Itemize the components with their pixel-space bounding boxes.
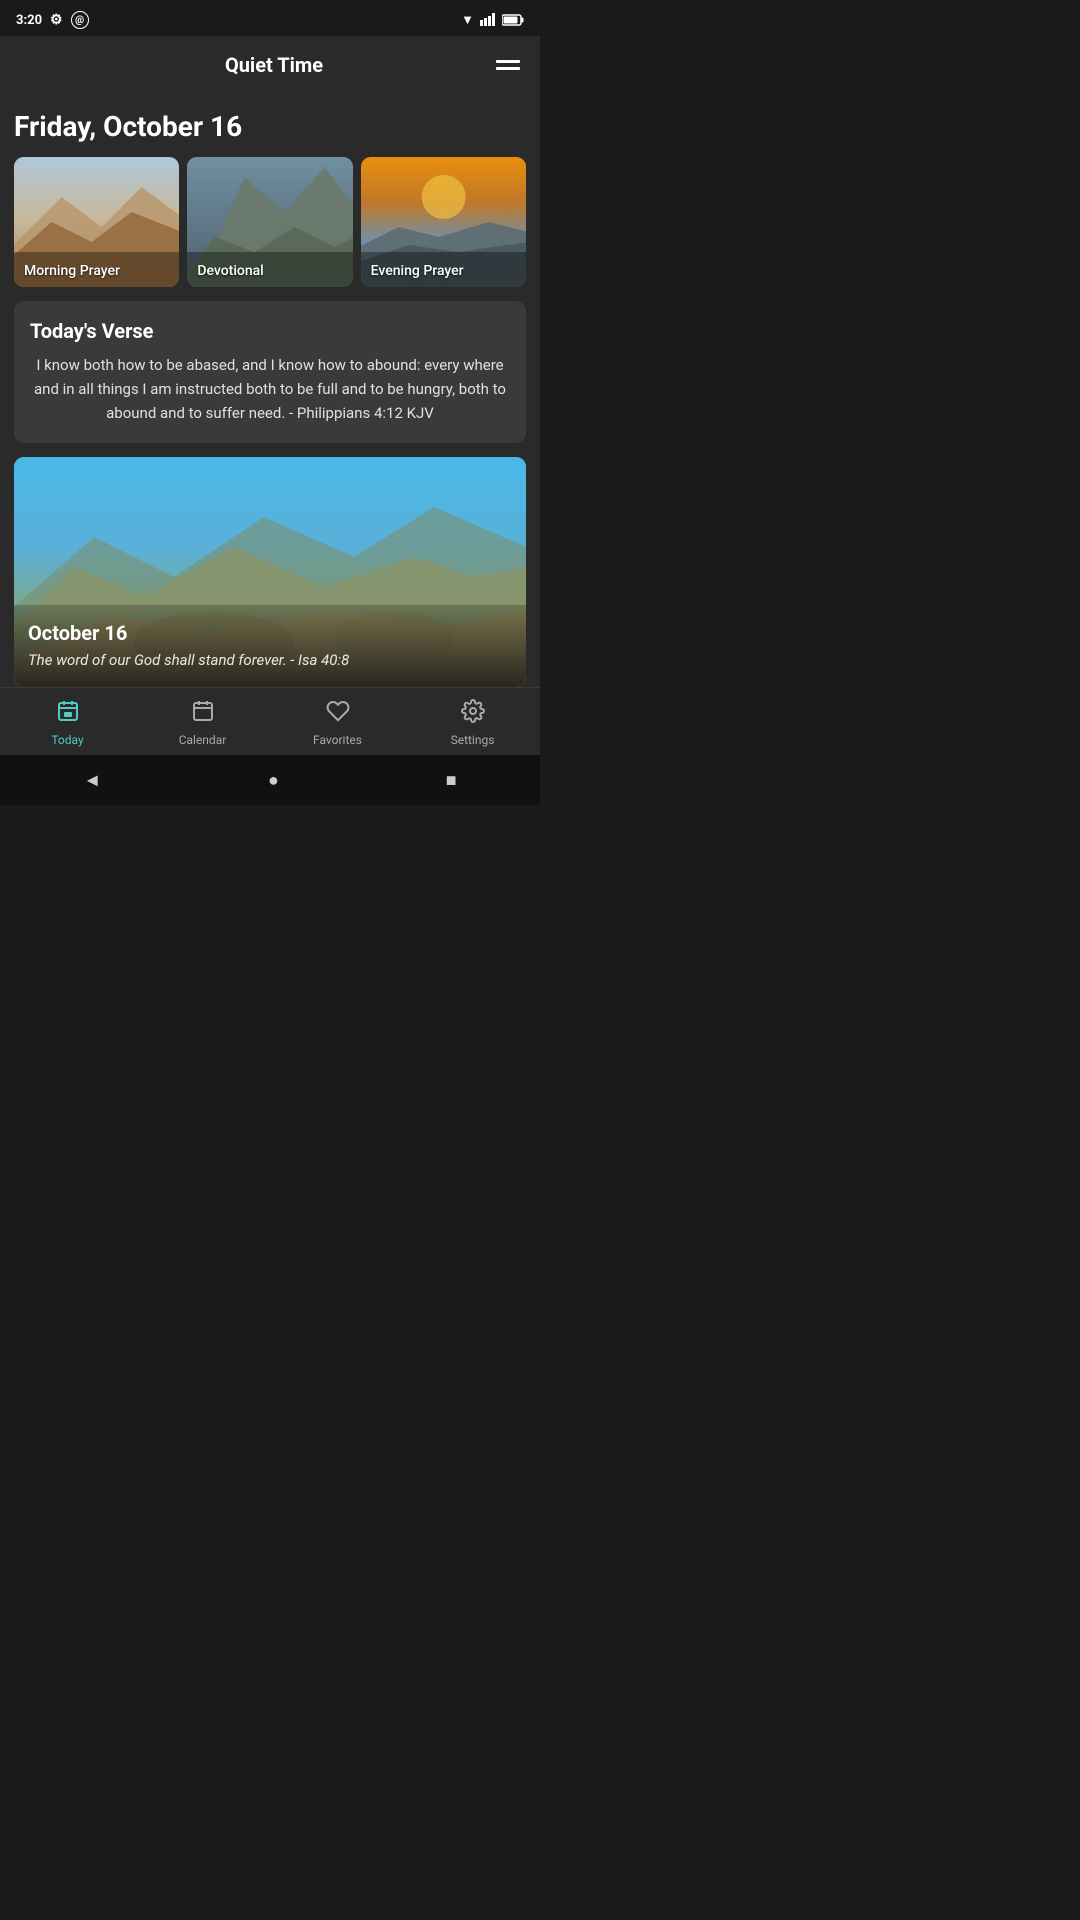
nav-today[interactable]: Today: [0, 699, 135, 747]
morning-prayer-label: Morning Prayer: [24, 263, 120, 279]
status-left: 3:20 ⚙ @: [16, 11, 89, 29]
prayer-cards-row: Morning Prayer Devotiona: [14, 157, 526, 287]
bottom-nav: Today Calendar Favorites Setting: [0, 687, 540, 755]
feature-card[interactable]: October 16 The word of our God shall sta…: [14, 457, 526, 687]
evening-prayer-card[interactable]: Evening Prayer: [361, 157, 526, 287]
home-button[interactable]: ●: [268, 770, 279, 791]
morning-prayer-card[interactable]: Morning Prayer: [14, 157, 179, 287]
verse-title: Today's Verse: [30, 319, 510, 343]
settings-nav-icon: [461, 699, 485, 729]
time-display: 3:20: [16, 13, 42, 28]
back-button[interactable]: ◄: [83, 770, 101, 791]
date-header: Friday, October 16: [14, 110, 526, 143]
verse-text: I know both how to be abased, and I know…: [30, 353, 510, 425]
settings-nav-label: Settings: [451, 733, 495, 747]
main-content: Friday, October 16: [0, 94, 540, 687]
app-header: Quiet Time: [0, 36, 540, 94]
android-nav: ◄ ● ■: [0, 755, 540, 805]
devotional-label-wrap: Devotional: [187, 252, 352, 287]
evening-prayer-label: Evening Prayer: [371, 263, 464, 279]
recent-button[interactable]: ■: [446, 770, 457, 791]
menu-button[interactable]: [496, 60, 520, 70]
settings-status-icon: ⚙: [50, 12, 63, 28]
battery-icon: [502, 11, 524, 30]
devotional-card[interactable]: Devotional: [187, 157, 352, 287]
calendar-label: Calendar: [179, 733, 227, 747]
morning-prayer-label-wrap: Morning Prayer: [14, 252, 179, 287]
nav-calendar[interactable]: Calendar: [135, 699, 270, 747]
favorites-icon: [326, 699, 350, 729]
at-status-icon: @: [71, 11, 89, 29]
evening-prayer-label-wrap: Evening Prayer: [361, 252, 526, 287]
today-icon: [56, 699, 80, 729]
feature-overlay: October 16 The word of our God shall sta…: [14, 605, 526, 687]
devotional-label: Devotional: [197, 263, 263, 279]
status-bar: 3:20 ⚙ @ ▼: [0, 0, 540, 36]
nav-settings[interactable]: Settings: [405, 699, 540, 747]
verse-card[interactable]: Today's Verse I know both how to be abas…: [14, 301, 526, 443]
status-right: ▼: [461, 11, 524, 30]
feature-quote: The word of our God shall stand forever.…: [28, 651, 512, 669]
nav-favorites[interactable]: Favorites: [270, 699, 405, 747]
signal-icon: [480, 11, 496, 30]
favorites-label: Favorites: [313, 733, 362, 747]
app-title: Quiet Time: [52, 53, 496, 77]
calendar-icon: [191, 699, 215, 729]
wifi-icon: ▼: [461, 12, 474, 28]
feature-date: October 16: [28, 621, 512, 645]
today-label: Today: [51, 733, 83, 747]
